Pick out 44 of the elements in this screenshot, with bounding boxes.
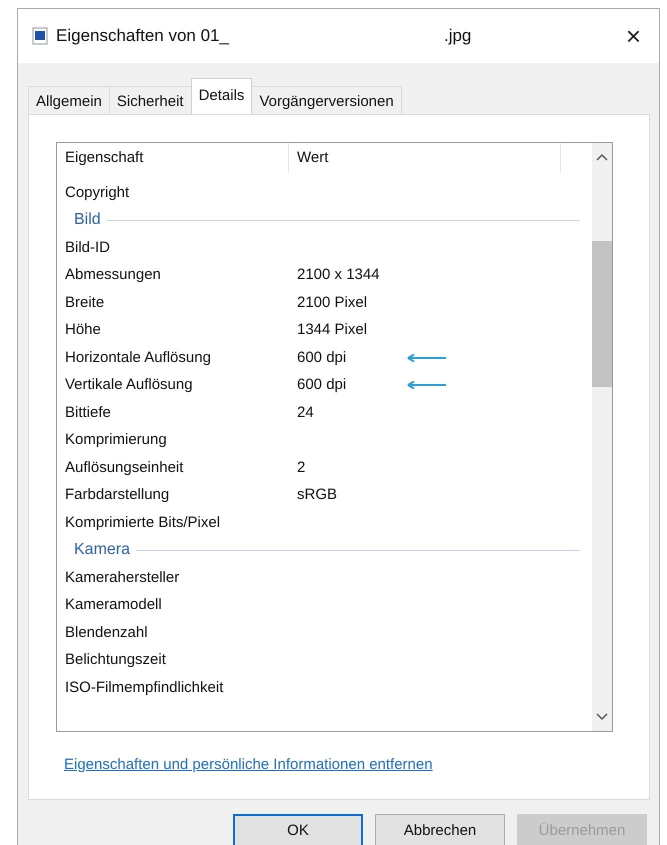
property-name: Horizontale Auflösung: [65, 348, 212, 368]
arrow-icon: [407, 380, 447, 390]
window-title: Eigenschaften von 01_: [56, 25, 229, 48]
scroll-up-icon[interactable]: [596, 153, 608, 161]
window-title: .jpg: [444, 25, 472, 48]
dialog-button[interactable]: OK: [233, 814, 363, 845]
remove-properties-link[interactable]: Eigenschaften und persönliche Informationen entfernen: [64, 756, 433, 773]
property-name: Bittiefe: [65, 402, 112, 422]
property-name: Vertikale Auflösung: [65, 375, 194, 395]
dialog-button[interactable]: Abbrechen: [375, 814, 505, 845]
property-value: 1344 Pixel: [297, 320, 368, 340]
property-name: Komprimierung: [65, 430, 168, 450]
property-name: Belichtungszeit: [65, 650, 167, 670]
property-name: Bild-ID: [65, 238, 112, 258]
property-name: Kameramodell: [65, 595, 163, 615]
group-heading: Bild: [74, 210, 101, 230]
image-file-icon: [32, 27, 48, 45]
property-name: Kamerahersteller: [65, 568, 180, 588]
property-name: Copyright: [65, 182, 130, 202]
property-value: 24: [297, 402, 315, 422]
property-name: Abmessungen: [65, 265, 162, 285]
property-name: Komprimierte Bits/Pixel: [65, 512, 222, 532]
property-name: Auflösungseinheit: [65, 458, 184, 478]
arrow-icon: [407, 352, 447, 363]
property-name: Breite: [65, 292, 106, 312]
column-header[interactable]: Wert: [297, 146, 328, 170]
property-name: Farbdarstellung: [65, 485, 170, 505]
property-value: 2: [297, 458, 306, 478]
tab[interactable]: Vorgängerversionen: [251, 86, 402, 114]
scrollbar-thumb[interactable]: [592, 241, 612, 387]
property-name: Höhe: [65, 320, 102, 340]
group-heading: Kamera: [74, 540, 130, 560]
tab[interactable]: Allgemein: [28, 86, 110, 114]
scroll-down-icon[interactable]: [596, 713, 608, 721]
column-header[interactable]: Eigenschaft: [65, 146, 144, 170]
property-value: 2100 x 1344: [297, 265, 381, 285]
property-value: 600 dpi: [297, 348, 348, 368]
property-value: 600 dpi: [297, 375, 348, 395]
property-name: Blendenzahl: [65, 622, 149, 642]
close-button[interactable]: ×: [620, 23, 647, 49]
property-value: 2100 Pixel: [297, 292, 368, 312]
tab[interactable]: Details: [190, 78, 252, 114]
property-name: ISO-Filmempfindlichkeit: [65, 678, 224, 698]
property-value: sRGB: [297, 485, 338, 505]
